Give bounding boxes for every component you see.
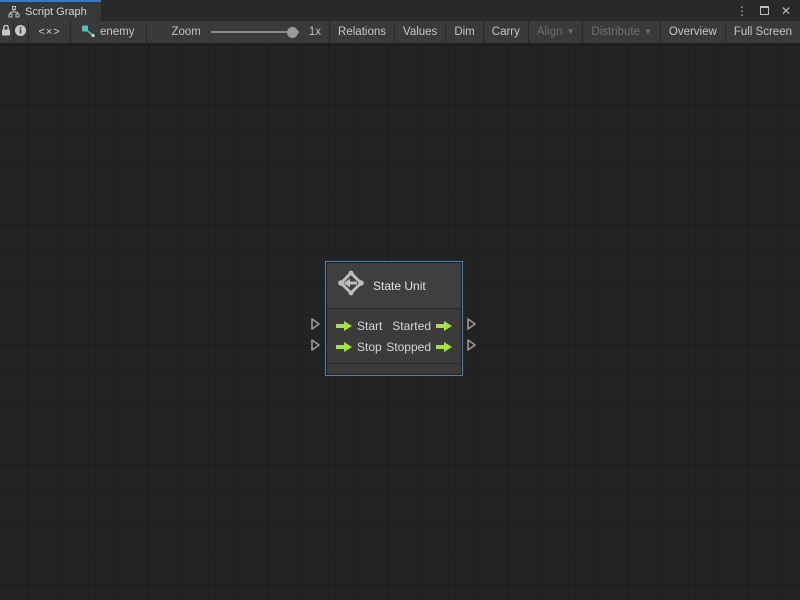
- graph-hierarchy-icon: [8, 5, 20, 18]
- input-port-start[interactable]: Start: [336, 319, 382, 333]
- graph-name: enemy: [99, 26, 135, 38]
- input-connector-triangle[interactable]: [310, 317, 321, 331]
- script-graph-window: Script Graph ⋮ ✕ <×> enemy Zoom 1x Relat…: [0, 0, 800, 600]
- toolbar-right-group: Relations Values Dim Carry Align ▼ Distr…: [329, 21, 800, 43]
- zoom-control: Zoom 1x: [171, 21, 329, 43]
- lock-button[interactable]: [0, 21, 14, 43]
- tab-bar: Script Graph ⋮ ✕: [0, 0, 800, 21]
- output-port-started[interactable]: Started: [392, 319, 452, 333]
- fullscreen-button[interactable]: Full Screen: [724, 21, 800, 43]
- output-port-stopped[interactable]: Stopped: [386, 340, 452, 354]
- port-row: Stop Stopped: [327, 336, 461, 357]
- graph-canvas[interactable]: State Unit Start Started Stop Stopped: [0, 44, 800, 600]
- zoom-value: 1x: [308, 26, 322, 38]
- lock-icon: [0, 24, 12, 40]
- chevron-down-icon: ▼: [566, 27, 575, 36]
- chevron-down-icon: ▼: [643, 27, 652, 36]
- maximize-icon[interactable]: [757, 3, 772, 19]
- flow-arrow-icon[interactable]: [336, 320, 352, 331]
- align-dropdown-button[interactable]: Align ▼: [527, 21, 583, 43]
- info-icon: [14, 24, 27, 40]
- graph-asset-icon: [81, 24, 95, 41]
- node-header[interactable]: State Unit: [327, 263, 461, 308]
- tab-title: Script Graph: [25, 5, 87, 18]
- state-unit-icon: [337, 269, 365, 302]
- zoom-slider-handle[interactable]: [286, 27, 298, 38]
- code-preview-toggle[interactable]: <×>: [29, 21, 71, 43]
- flow-arrow-icon[interactable]: [336, 341, 352, 352]
- zoom-slider[interactable]: [210, 25, 299, 39]
- node-ports: Start Started Stop Stopped: [327, 308, 461, 363]
- window-controls: ⋮ ✕: [733, 0, 800, 21]
- input-port-stop[interactable]: Stop: [336, 340, 382, 354]
- dim-button[interactable]: Dim: [445, 21, 482, 43]
- distribute-dropdown-button[interactable]: Distribute ▼: [582, 21, 660, 43]
- tab-script-graph[interactable]: Script Graph: [0, 0, 101, 21]
- carry-button[interactable]: Carry: [482, 21, 528, 43]
- output-connector-triangle[interactable]: [466, 338, 477, 352]
- graph-toolbar: <×> enemy Zoom 1x Relations Values Dim C…: [0, 21, 800, 44]
- port-row: Start Started: [327, 315, 461, 336]
- code-brackets-icon: <×>: [38, 26, 61, 38]
- node-title: State Unit: [373, 278, 426, 293]
- overview-button[interactable]: Overview: [659, 21, 725, 43]
- flow-arrow-icon[interactable]: [436, 341, 452, 352]
- menu-icon[interactable]: ⋮: [733, 3, 751, 19]
- input-connector-triangle[interactable]: [310, 338, 321, 352]
- node-footer: [327, 363, 461, 374]
- flow-arrow-icon[interactable]: [436, 320, 452, 331]
- relations-button[interactable]: Relations: [329, 21, 394, 43]
- output-connector-triangle[interactable]: [466, 317, 477, 331]
- state-unit-node[interactable]: State Unit Start Started Stop Stopped: [325, 261, 463, 376]
- inspector-button[interactable]: [14, 21, 30, 43]
- values-button[interactable]: Values: [394, 21, 445, 43]
- zoom-label: Zoom: [171, 26, 201, 38]
- close-icon[interactable]: ✕: [778, 3, 794, 19]
- graph-breadcrumb[interactable]: enemy: [71, 21, 148, 43]
